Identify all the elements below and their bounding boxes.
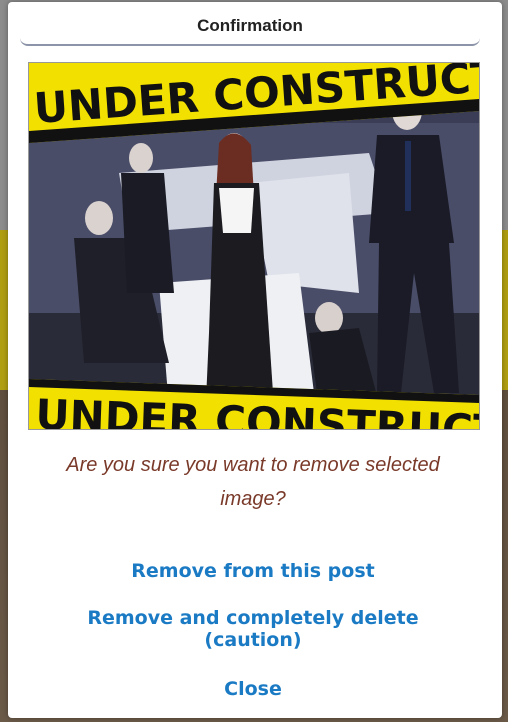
backdrop-tape-left [0, 230, 8, 390]
close-button[interactable]: Close [38, 678, 468, 700]
confirmation-dialog: Confirmation UNDER CONSTRUCTION UNDER CO… [8, 2, 502, 718]
dialog-header: Confirmation [20, 2, 480, 46]
selected-image: UNDER CONSTRUCTION UNDER CONSTRUCTION [28, 62, 480, 430]
remove-from-post-button[interactable]: Remove from this post [38, 560, 468, 582]
dialog-title: Confirmation [197, 16, 303, 35]
confirmation-question: Are you sure you want to remove selected… [66, 454, 440, 510]
delete-completely-button[interactable]: Remove and completely delete (caution) [38, 607, 468, 651]
